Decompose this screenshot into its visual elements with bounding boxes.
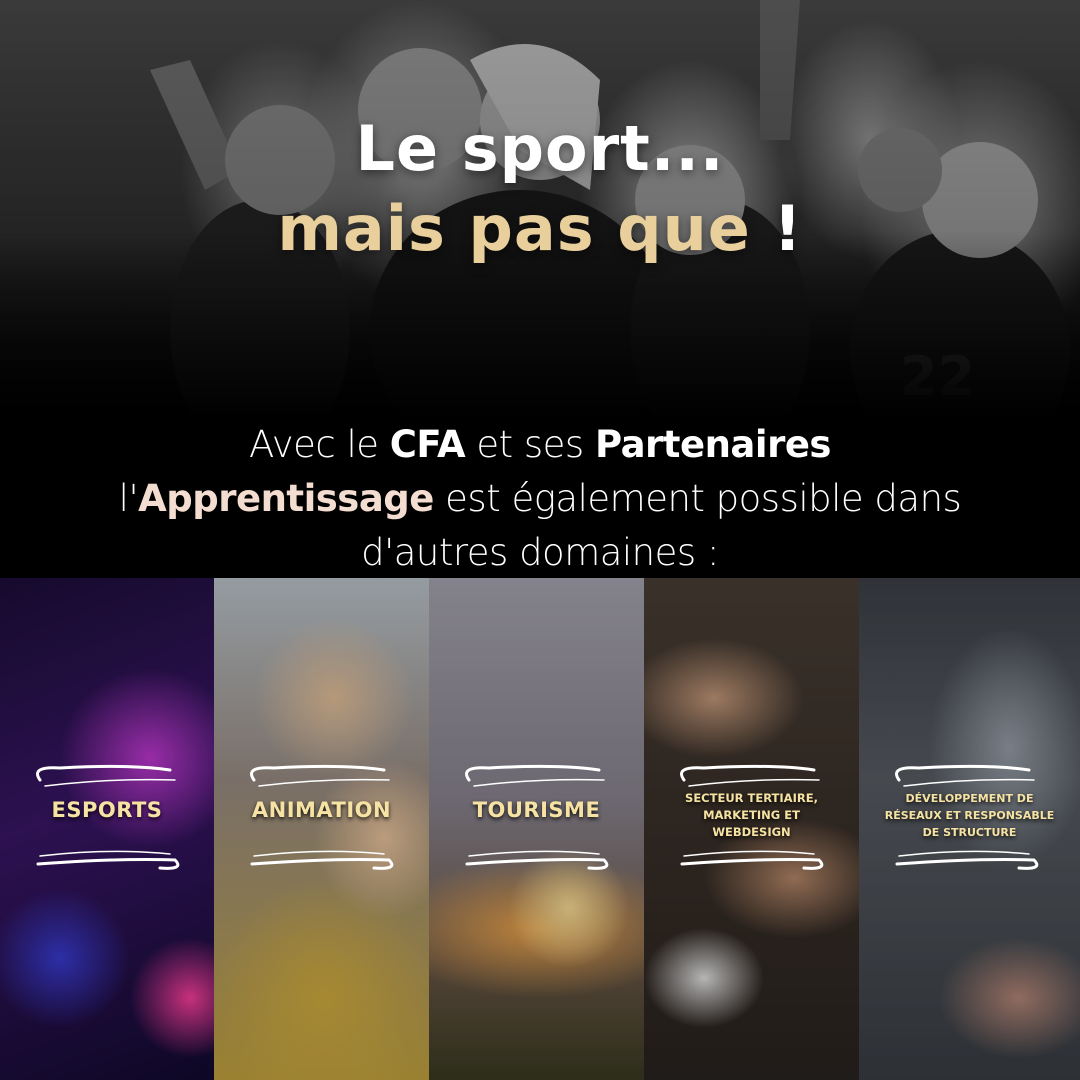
intro-text: Avec le CFA et ses Partenaires l'Apprent…: [0, 418, 1080, 580]
panel-label: SECTEUR TERTIAIRE, MARKETING ET WEBDESIG…: [685, 791, 818, 839]
headline-line-2-text: mais pas que: [277, 192, 751, 265]
intro-line-1: Avec le CFA et ses Partenaires: [0, 418, 1080, 472]
intro-apprentissage: Apprentissage: [138, 477, 434, 520]
panel-label: TOURISME: [472, 798, 601, 822]
brush-stroke-bottom: [680, 850, 824, 870]
panel-developpement: DÉVELOPPEMENT DE RÉSEAUX ET RESPONSABLE …: [859, 578, 1080, 1080]
brush-stroke-top: [36, 764, 176, 787]
panel-tertiaire: SECTEUR TERTIAIRE, MARKETING ET WEBDESIG…: [644, 578, 859, 1080]
headline-line-1: Le sport...: [355, 112, 725, 185]
intro-text-segment: est également possible dans: [433, 477, 962, 520]
intro-line-3: d'autres domaines :: [361, 531, 719, 574]
brush-stroke-top: [465, 764, 605, 787]
panel-label: DÉVELOPPEMENT DE RÉSEAUX ET RESPONSABLE …: [884, 792, 1055, 839]
brush-stroke-bottom: [36, 850, 180, 870]
panel-label: ANIMATION: [251, 798, 392, 822]
intro-text-segment: et ses: [465, 423, 595, 466]
panel-label: ESPORTS: [51, 798, 163, 822]
headline-exclamation: !: [773, 192, 803, 265]
intro-text-segment: Avec le: [249, 423, 390, 466]
brush-stroke-bottom: [465, 850, 609, 870]
domain-panels: ESPORTS ANIMATION TOURISME SECTEUR TERTI…: [0, 578, 1080, 1080]
intro-text-segment: l': [118, 477, 139, 520]
panel-shade: [429, 578, 644, 1080]
brush-stroke-top: [250, 764, 390, 787]
panel-tourisme: TOURISME: [429, 578, 644, 1080]
headline-line-2: mais pas que !: [0, 192, 1080, 265]
intro-cfa: CFA: [389, 423, 466, 466]
panel-animation: ANIMATION: [214, 578, 429, 1080]
intro-line-2: l'Apprentissage est également possible d…: [0, 472, 1080, 526]
panel-esports: ESPORTS: [0, 578, 214, 1080]
intro-partenaires: Partenaires: [594, 423, 831, 466]
panel-shade: [214, 578, 429, 1080]
brush-stroke-bottom: [250, 850, 394, 870]
brush-stroke-bottom: [895, 850, 1039, 870]
panel-shade: [0, 578, 214, 1080]
